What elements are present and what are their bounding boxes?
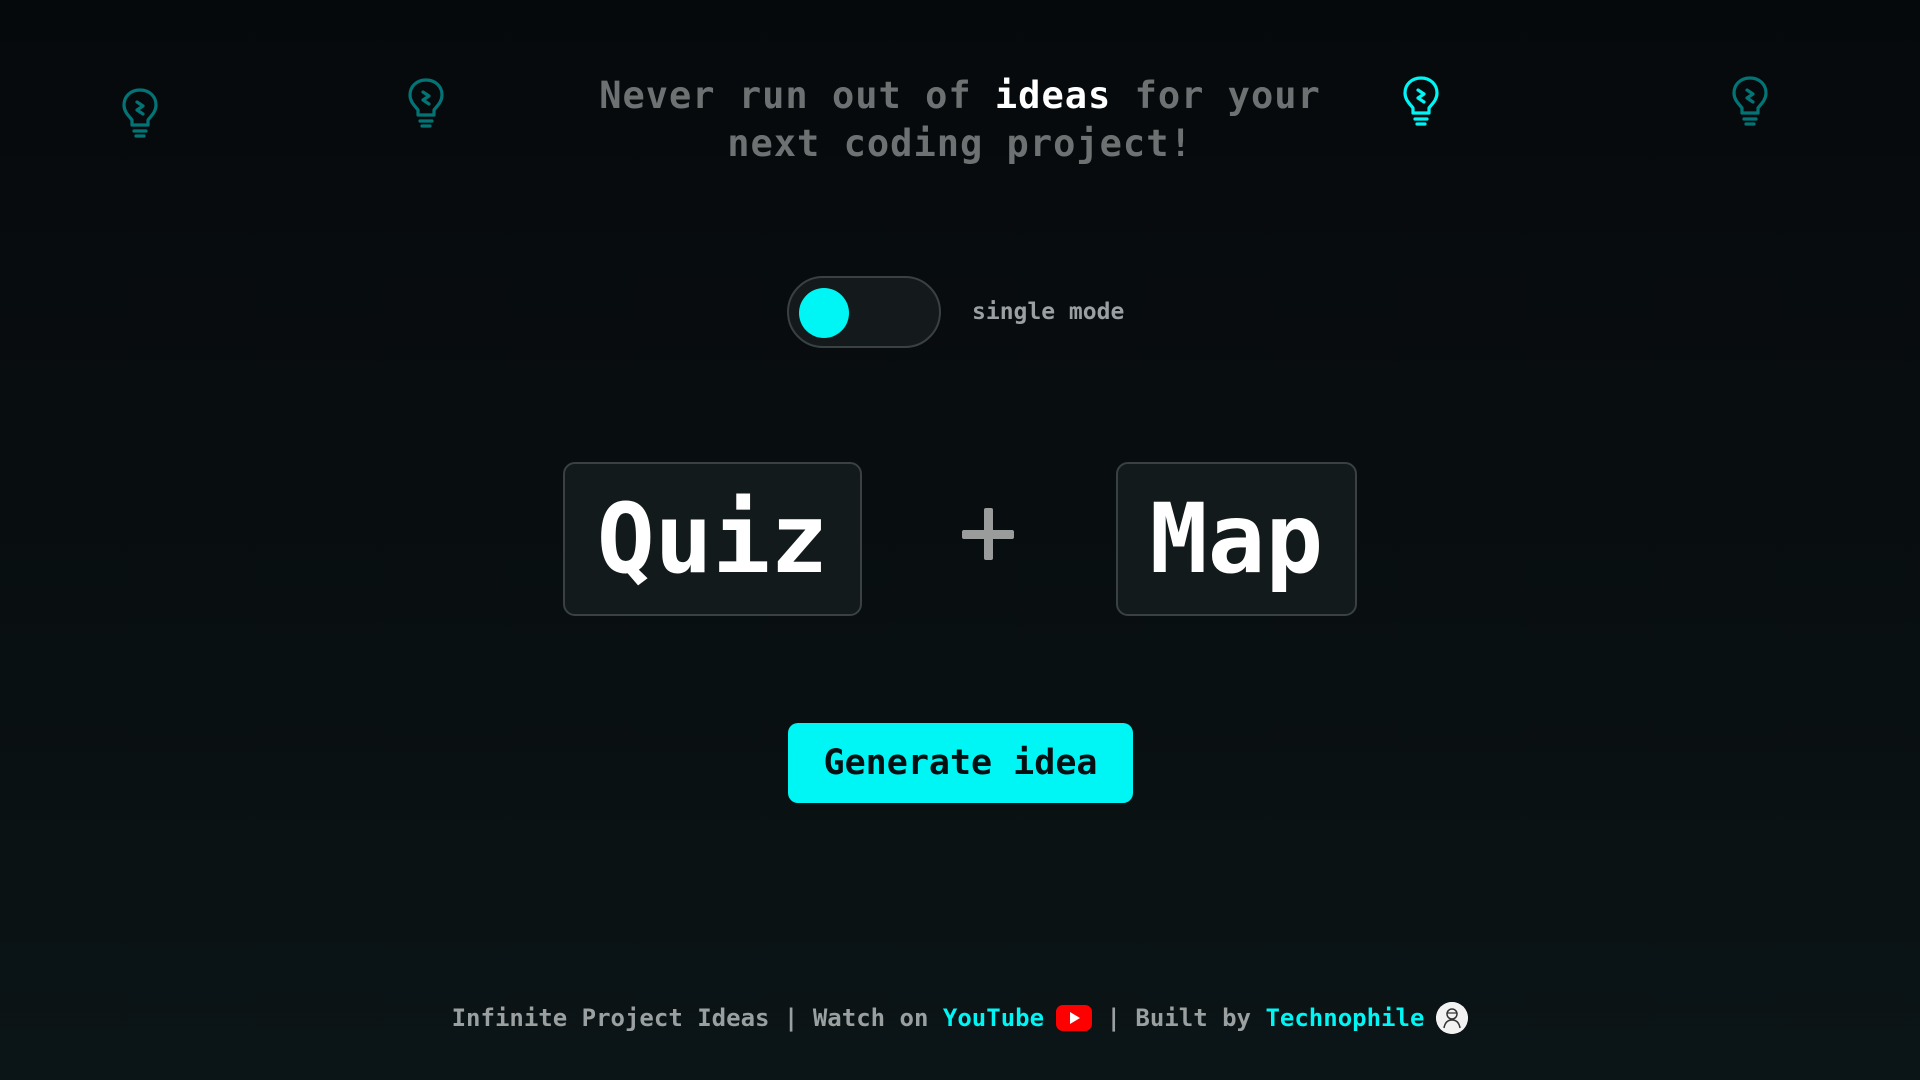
youtube-link[interactable]: YouTube [943,1000,1044,1036]
single-mode-label: single mode [972,299,1125,325]
single-mode-toggle[interactable] [787,276,941,348]
toggle-knob [799,288,849,338]
footer: Infinite Project Ideas | Watch on YouTub… [0,1000,1920,1036]
author-avatar[interactable] [1436,1002,1469,1034]
headline-highlight: ideas [994,74,1112,117]
footer-app-name: Infinite Project Ideas [451,1004,770,1032]
footer-separator: | [769,1004,813,1032]
footer-watch-text: Watch on [812,1004,943,1032]
lightbulb-icon [120,86,160,138]
author-link[interactable]: Technophile [1265,1000,1424,1036]
plus-icon [962,508,1014,560]
footer-built-text: Built by [1135,1004,1266,1032]
lightbulb-icon [1401,74,1441,126]
headline-text-before: Never run out of [599,74,995,117]
footer-separator: | [1092,1004,1136,1032]
youtube-icon[interactable] [1056,1005,1093,1031]
generate-idea-button[interactable]: Generate idea [788,723,1133,803]
page-headline: Never run out of ideas for your next cod… [560,72,1360,168]
idea-word-card-1: Quiz [563,462,862,616]
lightbulb-icon [406,76,446,128]
lightbulb-icon [1730,74,1770,126]
idea-word-card-2: Map [1116,462,1357,616]
